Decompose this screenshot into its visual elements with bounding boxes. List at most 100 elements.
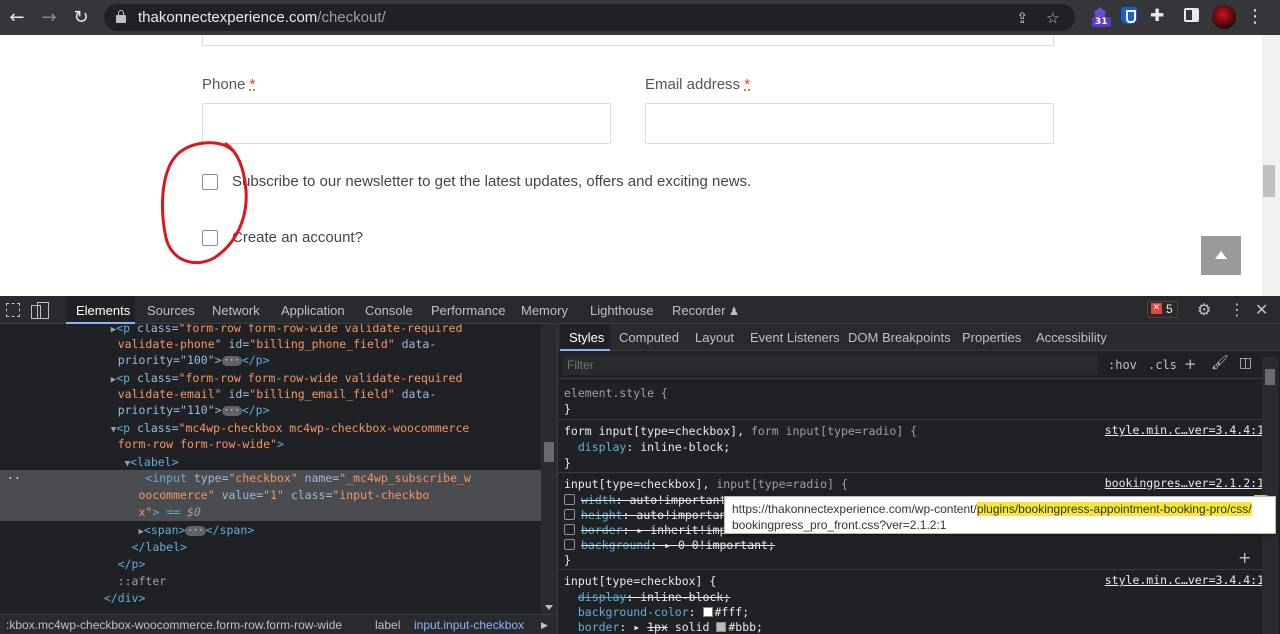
declaration-checkbox[interactable]	[564, 524, 575, 535]
share-icon[interactable]: ⇪	[1016, 9, 1029, 27]
rule-source-link[interactable]: bookingpres…ver=2.1.2:1	[1105, 476, 1264, 490]
declaration-checkbox[interactable]	[564, 509, 575, 520]
rule-source-link[interactable]: style.min.c…ver=3.4.4:1	[1105, 423, 1264, 437]
checkout-page: Phone * Email address * Subscribe to our…	[0, 35, 1262, 296]
css-declaration[interactable]: display: inline-block;	[564, 439, 1268, 455]
tree-line[interactable]: </div>	[0, 590, 541, 607]
rule-close: }	[564, 456, 571, 470]
newsletter-label: Subscribe to our newsletter to get the l…	[232, 173, 752, 190]
scroll-down-icon[interactable]	[545, 605, 553, 610]
url-host: thakonnectexperience.com	[138, 9, 318, 26]
devtools-tabbar: Elements Sources Network Application Con…	[0, 296, 1280, 324]
paint-brush-icon[interactable]: 🖌	[1211, 355, 1229, 371]
tab-network[interactable]: Network	[212, 303, 260, 318]
address-bar[interactable]: thakonnectexperience.com/checkout/ ⇪ ☆	[104, 4, 1075, 31]
email-label: Email address *	[645, 76, 750, 93]
tree-line[interactable]: </label>	[0, 539, 541, 556]
tab-styles[interactable]: Styles	[569, 330, 604, 345]
css-declaration[interactable]: display: inline-block;	[564, 589, 1268, 605]
tree-line[interactable]: priority="100"> ··· </p>	[0, 352, 541, 369]
back-arrow-icon[interactable]: ←	[6, 7, 28, 29]
tab-accessibility[interactable]: Accessibility	[1036, 330, 1107, 345]
extensions-puzzle-icon[interactable]: ✚	[1150, 6, 1170, 28]
tree-line[interactable]: validate-email" id="billing_email_field"…	[0, 386, 541, 403]
calendar-extension-icon[interactable]: 31	[1090, 6, 1111, 28]
color-swatch[interactable]	[702, 607, 713, 617]
elements-scrollbar[interactable]	[541, 324, 557, 614]
styles-filter-input[interactable]	[563, 355, 1098, 375]
breadcrumb-item[interactable]: label	[375, 618, 400, 632]
error-count-badge[interactable]: 5	[1147, 301, 1178, 318]
url-text: thakonnectexperience.com/checkout/	[138, 9, 386, 26]
tree-line[interactable]: ::after	[0, 573, 541, 590]
add-rule-plus-icon[interactable]: +	[1238, 548, 1251, 567]
browser-toolbar: ← → ↻ thakonnectexperience.com/checkout/…	[0, 0, 1280, 35]
styles-scrollbar-thumb[interactable]	[1265, 369, 1275, 385]
elements-scrollbar-thumb[interactable]	[544, 442, 554, 462]
tab-console[interactable]: Console	[365, 303, 413, 318]
tab-memory[interactable]: Memory	[521, 303, 568, 318]
tree-line[interactable]: </p>	[0, 556, 541, 573]
color-swatch[interactable]	[716, 622, 727, 632]
new-rule-plus-icon[interactable]: +	[1184, 355, 1197, 373]
tab-recorder[interactable]: Recorder ♟	[672, 303, 739, 318]
class-toggle[interactable]: .cls	[1148, 358, 1177, 372]
reload-icon[interactable]: ↻	[70, 7, 92, 29]
tab-sources[interactable]: Sources	[147, 303, 195, 318]
tree-line[interactable]: ▼<p class="mc4wp-checkbox mc4wp-checkbox…	[0, 420, 541, 437]
required-mark: *	[744, 76, 751, 93]
tree-line[interactable]: validate-phone" id="billing_phone_field"…	[0, 336, 541, 353]
rule-source-link[interactable]: style.min.c…ver=3.4.4:1	[1105, 573, 1264, 587]
rule-close: }	[564, 553, 571, 567]
breadcrumb-next-icon[interactable]: ▶	[541, 620, 548, 631]
tab-performance[interactable]: Performance	[431, 303, 505, 318]
tab-layout[interactable]: Layout	[695, 330, 734, 345]
phone-label: Phone *	[202, 76, 255, 93]
breadcrumb-item-current[interactable]: input.input-checkbox	[414, 618, 524, 632]
scroll-to-top-button[interactable]	[1201, 236, 1241, 275]
tree-line[interactable]: ▼<label>	[0, 454, 541, 471]
css-declaration[interactable]: border: ▸ 1px solid #bbb;	[564, 619, 1268, 634]
tab-application[interactable]: Application	[281, 303, 345, 318]
tree-line[interactable]: form-row form-row-wide">	[0, 436, 541, 453]
close-devtools-icon[interactable]: ✕	[1255, 300, 1268, 319]
declaration-checkbox[interactable]	[564, 494, 575, 505]
tree-line-selected[interactable]: x"> == $0	[0, 504, 541, 521]
browser-menu-icon[interactable]: ⋮	[1246, 6, 1264, 27]
inspect-element-icon[interactable]	[6, 303, 20, 317]
settings-gear-icon[interactable]: ⚙	[1197, 300, 1211, 319]
previous-field-input[interactable]	[202, 35, 1054, 46]
newsletter-checkbox[interactable]	[202, 174, 218, 190]
computed-sidebar-icon[interactable]: ◫	[1239, 355, 1252, 371]
phone-input[interactable]	[202, 103, 611, 144]
breadcrumb-item[interactable]: :kbox.mc4wp-checkbox-woocommerce.form-ro…	[6, 618, 342, 632]
tab-computed[interactable]: Computed	[619, 330, 679, 345]
tab-lighthouse[interactable]: Lighthouse	[590, 303, 654, 318]
device-toolbar-icon[interactable]	[31, 302, 49, 319]
devtools-menu-icon[interactable]: ⋮	[1229, 300, 1245, 319]
email-input[interactable]	[645, 103, 1054, 144]
css-declaration[interactable]: background-color: #fff;	[564, 604, 1268, 620]
tree-line-selected[interactable]: oocommerce" value="1" class="input-check…	[0, 487, 541, 504]
tab-event-listeners[interactable]: Event Listeners	[750, 330, 840, 345]
tab-properties[interactable]: Properties	[962, 330, 1021, 345]
profile-avatar[interactable]	[1212, 5, 1236, 29]
css-declaration[interactable]: background: ▸ 0 0!important;	[564, 537, 1268, 553]
hover-state-toggle[interactable]: :hov	[1108, 358, 1137, 372]
declaration-checkbox[interactable]	[564, 539, 575, 550]
bookmark-star-icon[interactable]: ☆	[1046, 9, 1059, 27]
tree-line[interactable]: ▶<p class="form-row form-row-wide valida…	[0, 370, 541, 387]
element-style-rule[interactable]: element.style {	[564, 385, 1268, 401]
tab-dom-breakpoints[interactable]: DOM Breakpoints	[848, 330, 951, 345]
bitwarden-extension-icon[interactable]	[1119, 6, 1139, 28]
create-account-checkbox[interactable]	[202, 230, 218, 246]
page-scrollbar[interactable]	[1262, 35, 1280, 296]
side-panel-icon[interactable]	[1182, 6, 1202, 28]
lock-icon[interactable]	[116, 10, 126, 23]
tree-line[interactable]: priority="110"> ··· </p>	[0, 402, 541, 419]
tab-elements[interactable]: Elements	[76, 303, 130, 318]
tree-line-selected[interactable]: ·· <input type="checkbox" name="_mc4wp_s…	[0, 470, 541, 487]
page-scrollbar-thumb[interactable]	[1263, 165, 1275, 197]
forward-arrow-icon[interactable]: →	[38, 7, 60, 29]
tree-line[interactable]: ▶<span> ··· </span>	[0, 522, 541, 539]
